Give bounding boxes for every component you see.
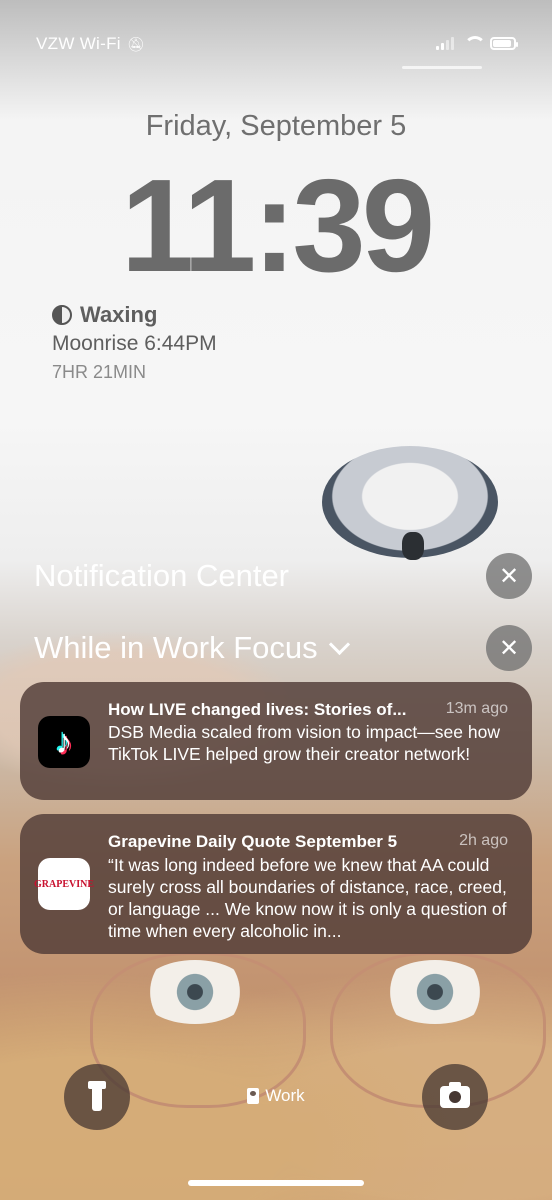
signal-icon [436,36,454,50]
moon-phase-row: Waxing [52,302,217,328]
clear-notifications-button[interactable]: ✕ [486,553,532,599]
close-icon: ✕ [498,634,520,662]
status-bar: VZW Wi-Fi 🔕︎ [36,34,518,58]
moon-icon [52,305,72,325]
tiktok-icon: ♪ [38,716,90,768]
notification-center-title: Notification Center [34,558,290,593]
grapevine-logo-text: GRAPEVINE [34,878,95,890]
camera-icon [440,1082,470,1108]
lock-time[interactable]: 11:39 [0,150,552,301]
carrier-label: VZW Wi-Fi 🔕︎ [36,34,145,54]
id-badge-icon [247,1088,260,1104]
battery-icon [490,36,518,50]
notification-tiktok[interactable]: ♪ How LIVE changed lives: Stories of... … [20,682,532,800]
wifi-icon [462,36,486,50]
notification-body: DSB Media scaled from vision to impact—s… [108,722,500,764]
status-icons [436,36,518,50]
notification-body: “It was long indeed before we knew that … [108,855,507,941]
focus-group-title: While in Work Focus [34,630,318,665]
grapevine-icon: GRAPEVINE [34,858,94,910]
home-indicator[interactable] [188,1180,364,1186]
moonrise-time: Moonrise 6:44PM [52,332,217,355]
notification-time: 13m ago [445,700,508,717]
notification-title: Grapevine Daily Quote September 5 [108,832,398,851]
chevron-down-icon [328,633,350,655]
lock-date: Friday, September 5 [145,110,407,142]
close-icon: ✕ [498,562,520,590]
moonrise-countdown: 7HR 21MIN [52,362,147,382]
carrier-text: VZW Wi-Fi [36,34,121,53]
camera-button[interactable] [422,1064,488,1130]
focus-group-header[interactable]: While in Work Focus [34,630,350,666]
notification-time: 2h ago [459,832,508,849]
moon-phase: Waxing [80,302,158,327]
bell-slash-icon: 🔕︎ [126,36,145,52]
notification-title: How LIVE changed lives: Stories of... [108,700,407,719]
moon-widget[interactable]: Waxing Moonrise 6:44PM 7HR 21MIN [52,302,217,383]
clear-focus-group-button[interactable]: ✕ [486,625,532,671]
notification-grapevine[interactable]: GRAPEVINE Grapevine Daily Quote Septembe… [20,814,532,954]
status-indicator-bar [402,66,482,69]
focus-mode-label: Work [265,1086,305,1105]
lamp-knob [402,532,424,560]
